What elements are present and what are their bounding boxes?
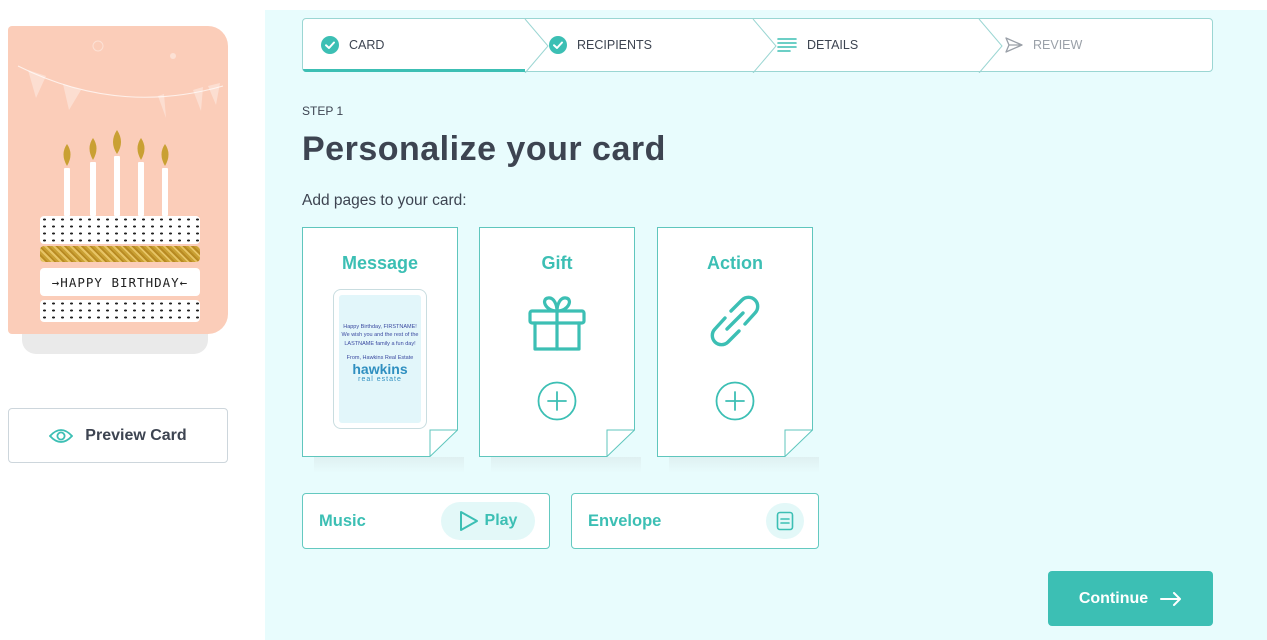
cake-banner-text: →HAPPY BIRTHDAY← <box>40 268 200 296</box>
send-icon <box>1005 37 1023 53</box>
page-subtitle: Add pages to your card: <box>302 192 467 209</box>
page-title: Personalize your card <box>302 130 666 168</box>
continue-button[interactable]: Continue <box>1048 571 1213 626</box>
preview-card-button[interactable]: Preview Card <box>8 408 228 463</box>
card-thumbnail[interactable]: →HAPPY BIRTHDAY← <box>8 26 228 334</box>
step-review-label: REVIEW <box>1033 38 1083 52</box>
step-details-label: DETAILS <box>807 38 859 52</box>
hawkins-logo: hawkins <box>352 361 408 377</box>
message-page-title: Message <box>341 253 419 273</box>
step-recipients[interactable]: RECIPIENTS <box>549 19 652 71</box>
bunting-decoration <box>17 40 224 118</box>
card-preview-column: →HAPPY BIRTHDAY← Preview Card <box>0 0 265 640</box>
envelope-icon <box>776 511 794 531</box>
gift-page-title: Gift <box>541 253 573 273</box>
envelope-label: Envelope <box>588 512 662 530</box>
arrow-right-icon <box>1160 591 1182 606</box>
gift-icon <box>528 296 586 351</box>
candles-illustration <box>63 130 169 216</box>
link-icon <box>710 295 760 347</box>
music-option[interactable]: Music Play <box>302 493 550 549</box>
page-card-shadow <box>314 457 464 473</box>
message-preview-text: Happy Birthday, FIRSTNAME! We wish you a… <box>341 324 419 347</box>
check-circle-icon <box>549 36 567 54</box>
eye-icon <box>49 428 74 443</box>
list-icon <box>777 38 797 52</box>
envelope-option[interactable]: Envelope <box>571 493 819 549</box>
message-page-card[interactable]: Message Happy Birthday, FIRSTNAME! We wi… <box>302 227 464 473</box>
action-page-card[interactable]: Action <box>657 227 819 473</box>
gift-page-card[interactable]: Gift <box>479 227 641 473</box>
step-card[interactable]: CARD <box>321 19 384 71</box>
play-icon <box>459 511 478 531</box>
action-page-title: Action <box>707 253 763 273</box>
step-card-label: CARD <box>349 38 385 52</box>
progress-stepper: CARD RECIPIENTS DETAILS REVIEW <box>302 18 1213 73</box>
step-details[interactable]: DETAILS <box>777 19 858 71</box>
cake-layer-gold <box>40 246 200 262</box>
hawkins-logo-sub: real estate <box>358 376 402 383</box>
main-panel: CARD RECIPIENTS DETAILS REVIEW STEP 1 Pe… <box>265 10 1267 640</box>
continue-label: Continue <box>1078 589 1149 607</box>
page-card-shadow <box>669 457 819 473</box>
play-label: Play <box>484 512 518 529</box>
step-review[interactable]: REVIEW <box>1005 19 1082 71</box>
add-action-plus-circle-icon[interactable] <box>715 381 755 421</box>
page-card-shadow <box>491 457 641 473</box>
step-recipients-label: RECIPIENTS <box>577 38 653 52</box>
envelope-button[interactable] <box>766 503 804 539</box>
add-gift-plus-circle-icon[interactable] <box>537 381 577 421</box>
music-label: Music <box>319 512 366 530</box>
message-preview: Happy Birthday, FIRSTNAME! We wish you a… <box>333 289 427 429</box>
step-number: STEP 1 <box>302 104 344 118</box>
preview-card-label: Preview Card <box>85 426 187 444</box>
check-circle-icon <box>321 36 339 54</box>
cake-layer-dots <box>40 216 200 244</box>
cake-layer-dots-bottom <box>40 300 200 322</box>
play-music-button[interactable]: Play <box>441 502 535 540</box>
